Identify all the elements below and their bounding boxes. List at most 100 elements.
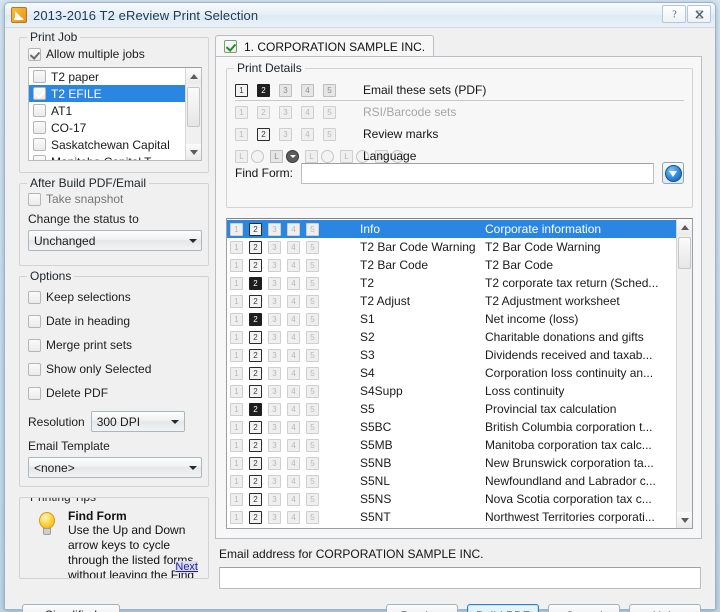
- form-set-button[interactable]: 2: [249, 420, 262, 434]
- form-set-button[interactable]: 2: [249, 276, 262, 290]
- form-set-button[interactable]: 5: [306, 276, 319, 290]
- form-set-button[interactable]: 1: [230, 258, 243, 272]
- print-set-button[interactable]: 2: [257, 83, 270, 97]
- form-set-button[interactable]: 2: [249, 222, 262, 236]
- form-row[interactable]: 1 2 3 4 5 T2 T2 corporate tax return (Sched...: [227, 274, 676, 292]
- scroll-thumb[interactable]: [678, 237, 691, 269]
- forms-listbox[interactable]: 1 2 3 4 5 Info Corporate information 1 2 3 4 5 T2 Ba…: [226, 218, 693, 529]
- form-set-button[interactable]: 2: [249, 348, 262, 362]
- print-set-button[interactable]: 3: [279, 105, 292, 119]
- status-combobox[interactable]: Unchanged: [28, 230, 202, 251]
- allow-multiple-jobs-checkbox-row[interactable]: Allow multiple jobs: [28, 47, 145, 61]
- allow-multiple-jobs-checkbox[interactable]: [28, 47, 41, 61]
- print-job-scrollbar[interactable]: [185, 68, 201, 160]
- form-set-button[interactable]: 5: [306, 258, 319, 272]
- form-set-button[interactable]: 1: [230, 276, 243, 290]
- form-set-button[interactable]: 1: [230, 294, 243, 308]
- print-set-button[interactable]: 4: [301, 105, 314, 119]
- option-row[interactable]: Date in heading: [28, 309, 151, 333]
- form-set-button[interactable]: 4: [287, 384, 300, 398]
- form-row[interactable]: 1 2 3 4 5 S1 Net income (loss): [227, 310, 676, 328]
- form-set-button[interactable]: 3: [268, 294, 281, 308]
- language-selector-icon[interactable]: [321, 149, 334, 163]
- form-set-button[interactable]: 5: [306, 510, 319, 524]
- option-row[interactable]: Merge print sets: [28, 333, 151, 357]
- print-set-button[interactable]: 4: [301, 83, 314, 97]
- form-set-button[interactable]: 2: [249, 312, 262, 326]
- form-set-button[interactable]: 5: [306, 240, 319, 254]
- forms-scrollbar[interactable]: [676, 219, 692, 528]
- take-snapshot-checkbox-row[interactable]: Take snapshot: [28, 192, 123, 206]
- print-job-item-checkbox[interactable]: [33, 70, 46, 83]
- form-set-button[interactable]: 4: [287, 276, 300, 290]
- form-set-button[interactable]: 3: [268, 240, 281, 254]
- form-set-button[interactable]: 3: [268, 348, 281, 362]
- form-row[interactable]: 1 2 3 4 5 S5NB New Brunswick corporation ta...: [227, 454, 676, 472]
- print-job-item-checkbox[interactable]: [33, 155, 46, 160]
- company-tab-checkbox[interactable]: [224, 40, 237, 53]
- form-set-button[interactable]: 1: [230, 510, 243, 524]
- form-set-button[interactable]: 4: [287, 294, 300, 308]
- email-address-input[interactable]: [219, 567, 701, 589]
- print-set-button[interactable]: 5: [323, 127, 336, 141]
- form-row[interactable]: 1 2 3 4 5 S5NT Northwest Territories corporati…: [227, 508, 676, 526]
- tip-next-link[interactable]: Next: [175, 561, 198, 573]
- form-set-button[interactable]: 5: [306, 438, 319, 452]
- form-set-button[interactable]: 3: [268, 366, 281, 380]
- form-set-button[interactable]: 1: [230, 312, 243, 326]
- form-set-button[interactable]: 5: [306, 222, 319, 236]
- chevron-down-icon[interactable]: [184, 458, 201, 477]
- form-set-button[interactable]: 3: [268, 276, 281, 290]
- cancel-button[interactable]: Cancel: [548, 604, 620, 612]
- form-set-button[interactable]: 3: [268, 402, 281, 416]
- form-row[interactable]: 1 2 3 4 5 S3 Dividends received and taxab...: [227, 346, 676, 364]
- print-job-item-checkbox[interactable]: [33, 121, 46, 134]
- form-set-button[interactable]: 4: [287, 330, 300, 344]
- option-checkbox[interactable]: [28, 362, 41, 376]
- scroll-up-arrow[interactable]: [186, 68, 201, 84]
- form-row[interactable]: 1 2 3 4 5 S5 Provincial tax calculation: [227, 400, 676, 418]
- form-set-button[interactable]: 5: [306, 366, 319, 380]
- print-set-button[interactable]: 1: [235, 83, 248, 97]
- form-set-button[interactable]: 2: [249, 240, 262, 254]
- print-job-item[interactable]: CO-17: [29, 119, 185, 136]
- chevron-down-icon[interactable]: [167, 412, 184, 431]
- preview-button[interactable]: Preview: [386, 604, 458, 612]
- option-checkbox[interactable]: [28, 338, 41, 352]
- form-row[interactable]: 1 2 3 4 5 T2 Bar Code Warning T2 Bar Code Warn…: [227, 238, 676, 256]
- form-set-button[interactable]: 4: [287, 240, 300, 254]
- chevron-down-icon[interactable]: [184, 231, 201, 250]
- form-row[interactable]: 1 2 3 4 5 S5NS Nova Scotia corporation tax c..…: [227, 490, 676, 508]
- print-set-button[interactable]: 2: [257, 105, 270, 119]
- language-button[interactable]: L: [235, 149, 248, 163]
- form-set-button[interactable]: 1: [230, 438, 243, 452]
- scroll-down-arrow[interactable]: [677, 512, 692, 528]
- print-set-button[interactable]: 4: [301, 127, 314, 141]
- help-button[interactable]: Help: [629, 604, 701, 612]
- form-set-button[interactable]: 4: [287, 438, 300, 452]
- form-row[interactable]: 1 2 3 4 5 S5NL Newfoundland and Labrador c...: [227, 472, 676, 490]
- form-set-button[interactable]: 2: [249, 294, 262, 308]
- scroll-down-arrow[interactable]: [186, 144, 201, 160]
- form-set-button[interactable]: 3: [268, 492, 281, 506]
- form-set-button[interactable]: 3: [268, 438, 281, 452]
- print-job-item[interactable]: Manitoba Capital T...: [29, 153, 185, 160]
- form-set-button[interactable]: 3: [268, 330, 281, 344]
- option-row[interactable]: Delete PDF: [28, 381, 151, 405]
- print-job-item[interactable]: T2 EFILE: [29, 85, 185, 102]
- form-set-button[interactable]: 1: [230, 240, 243, 254]
- language-selector-icon[interactable]: [251, 149, 264, 163]
- form-row[interactable]: 1 2 3 4 5 Info Corporate information: [227, 220, 676, 238]
- form-set-button[interactable]: 4: [287, 510, 300, 524]
- option-checkbox[interactable]: [28, 290, 41, 304]
- form-row[interactable]: 1 2 3 4 5 S4Supp Loss continuity: [227, 382, 676, 400]
- form-row[interactable]: 1 2 3 4 5 S2 Charitable donations and gifts: [227, 328, 676, 346]
- language-button[interactable]: L: [340, 149, 353, 163]
- form-set-button[interactable]: 3: [268, 258, 281, 272]
- form-set-button[interactable]: 2: [249, 330, 262, 344]
- form-set-button[interactable]: 5: [306, 294, 319, 308]
- build-pdf-button[interactable]: Build PDF: [467, 604, 539, 612]
- form-set-button[interactable]: 1: [230, 474, 243, 488]
- form-set-button[interactable]: 4: [287, 312, 300, 326]
- print-job-item-checkbox[interactable]: [33, 87, 46, 100]
